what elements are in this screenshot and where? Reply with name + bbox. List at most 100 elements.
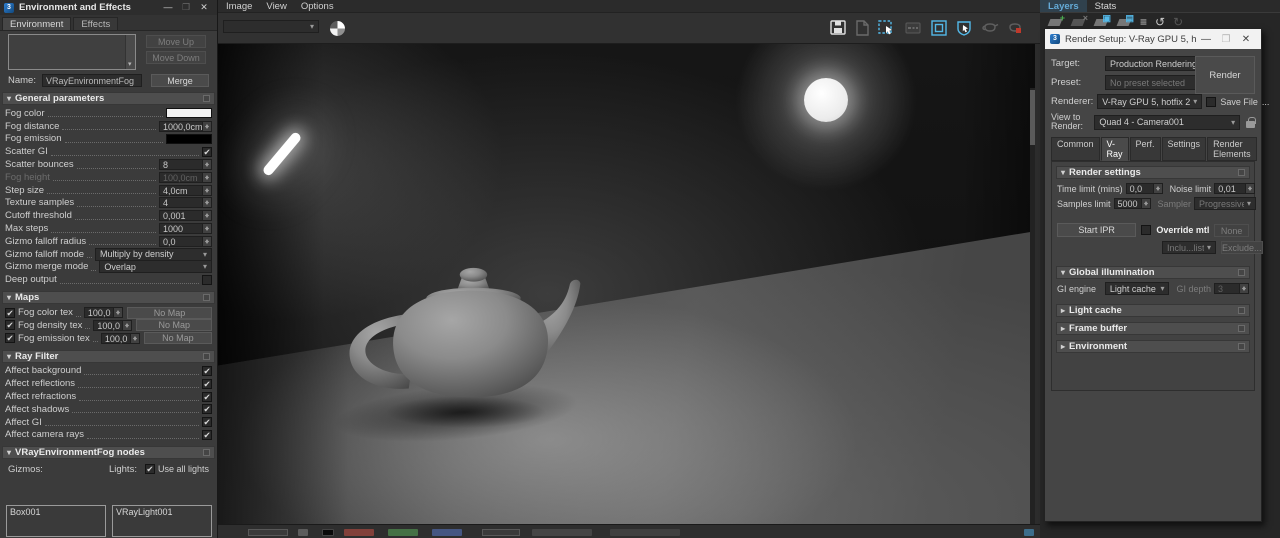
noise-limit-spinner[interactable]: 0,01 (1214, 183, 1256, 194)
spinner-buttons[interactable] (130, 332, 140, 344)
spinner-value[interactable]: 1000,0cm (159, 120, 203, 132)
fog-color-tex-checkbox[interactable] (5, 307, 15, 318)
listbox-scrollbar[interactable]: ▾ (125, 35, 135, 69)
spinner-value[interactable]: 4,0cm (159, 184, 203, 196)
spinner-value[interactable]: 100,0 (93, 319, 124, 331)
affect-reflections-checkbox[interactable] (202, 378, 212, 389)
rollout-pin-icon[interactable] (1238, 325, 1245, 332)
spinner-buttons[interactable] (203, 120, 212, 132)
channel-dropdown[interactable]: ▾ (223, 20, 319, 33)
load-layers-icon[interactable]: ▤ (1116, 13, 1134, 28)
gizmo-falloff-mode-dropdown[interactable]: Multiply by density ▾ (95, 247, 212, 261)
gizmo-merge-mode-dropdown[interactable]: Overlap ▾ (99, 260, 212, 274)
close-icon[interactable]: ✕ (195, 0, 213, 15)
merge-button[interactable]: Merge (151, 73, 209, 87)
spinner-buttons[interactable] (203, 210, 212, 222)
spinner-value[interactable]: 0,001 (159, 210, 203, 222)
render-setup-titlebar[interactable]: 3 Render Setup: V-Ray GPU 5, ho... — ❐ ✕ (1045, 29, 1261, 49)
canvas-scrollbar[interactable] (1030, 88, 1035, 524)
spinner-buttons[interactable] (203, 197, 212, 209)
spinner-buttons[interactable] (123, 319, 133, 331)
rgb-channel-icon[interactable] (330, 21, 345, 36)
fog-emission-tex-spinner[interactable]: 100,0 (100, 332, 140, 344)
fog-emission-tex-checkbox[interactable] (5, 333, 15, 344)
list-item[interactable]: VRayLight001 (116, 507, 173, 517)
texture-samples-spinner[interactable]: 4 (159, 197, 212, 209)
render-last-icon[interactable] (981, 19, 999, 37)
spinner-buttons[interactable] (203, 223, 212, 235)
use-all-lights-checkbox[interactable] (144, 464, 155, 475)
status-button[interactable] (482, 529, 520, 536)
region-render-icon[interactable] (930, 19, 948, 37)
redo-icon[interactable]: ↻ (1173, 15, 1183, 29)
delete-layer-icon[interactable]: × (1070, 13, 1088, 28)
tab-render-elements[interactable]: Render Elements (1207, 137, 1257, 161)
save-layers-icon[interactable]: ▣ (1093, 13, 1111, 28)
save-icon[interactable] (829, 19, 847, 37)
name-input[interactable]: VRayEnvironmentFog (42, 73, 142, 87)
save-file-checkbox[interactable] (1206, 96, 1217, 107)
tab-environment[interactable]: Environment (2, 17, 72, 30)
move-up-button[interactable]: Move Up (146, 35, 206, 48)
fog-distance-spinner[interactable]: 1000,0cm (159, 120, 212, 132)
fog-color-tex-spinner[interactable]: 100,0 (83, 307, 123, 319)
rollout-pin-icon[interactable] (203, 294, 210, 302)
spinner-buttons[interactable] (203, 235, 212, 247)
override-mtl-checkbox[interactable] (1141, 225, 1152, 235)
start-ipr-button[interactable]: Start IPR (1057, 223, 1137, 237)
deep-output-checkbox[interactable] (202, 274, 212, 285)
menu-view[interactable]: View (266, 1, 286, 12)
menu-image[interactable]: Image (226, 1, 252, 12)
affect-shadows-checkbox[interactable] (202, 404, 212, 415)
lights-listbox[interactable]: VRayLight001 (112, 505, 212, 537)
spinner-value[interactable]: 1000 (159, 223, 203, 235)
rollout-pin-icon[interactable] (1238, 307, 1245, 314)
create-layer-icon[interactable]: + (1047, 13, 1065, 28)
spinner-buttons[interactable] (1153, 183, 1163, 194)
region-pick-icon[interactable] (877, 19, 895, 37)
export-icon[interactable] (853, 19, 871, 37)
render-abort-icon[interactable] (1006, 19, 1024, 37)
spinner-value[interactable]: 8 (159, 159, 203, 171)
gi-engine-dropdown[interactable]: Light cache ▾ (1104, 282, 1170, 295)
scatter-bounces-spinner[interactable]: 8 (159, 159, 212, 171)
rollout-render-settings[interactable]: ▾ Render settings (1056, 166, 1250, 179)
move-down-button[interactable]: Move Down (146, 51, 206, 64)
time-limit-spinner[interactable]: 0,0 (1125, 183, 1163, 194)
close-icon[interactable]: ✕ (1236, 34, 1256, 45)
spinner-buttons[interactable] (203, 184, 212, 196)
spinner-buttons[interactable] (113, 307, 123, 319)
fog-emission-tex-map-button[interactable]: No Map (143, 332, 212, 345)
scatter-gi-checkbox[interactable] (202, 146, 212, 157)
maximize-icon[interactable]: ❐ (1216, 34, 1236, 45)
tab-common[interactable]: Common (1051, 137, 1100, 161)
affect-refractions-checkbox[interactable] (202, 391, 212, 402)
spinner-buttons[interactable] (1141, 198, 1151, 209)
render-button[interactable]: Render (1195, 56, 1255, 94)
fog-color-swatch[interactable] (166, 108, 212, 119)
rollout-pin-icon[interactable] (1238, 343, 1245, 350)
rollout-fog-nodes[interactable]: ▾ VRayEnvironmentFog nodes (2, 446, 215, 460)
spinner-value[interactable]: 100,0 (100, 332, 131, 344)
menu-options[interactable]: Options (301, 1, 334, 12)
tab-settings[interactable]: Settings (1161, 137, 1207, 161)
affect-background-checkbox[interactable] (202, 365, 212, 376)
rollout-frame-buffer[interactable]: ▸ Frame buffer (1056, 322, 1250, 335)
step-size-spinner[interactable]: 4,0cm (159, 184, 212, 196)
layer-list-icon[interactable]: ≡ (1140, 15, 1147, 29)
spinner-buttons[interactable] (1246, 183, 1256, 194)
spinner-buttons[interactable] (203, 159, 212, 171)
view-to-render-dropdown[interactable]: Quad 4 - Camera001 ▾ (1094, 114, 1241, 130)
rollout-pin-icon[interactable] (203, 449, 210, 457)
max-steps-spinner[interactable]: 1000 (159, 223, 212, 235)
browse-button[interactable]: ... (1262, 97, 1270, 107)
effects-listbox[interactable]: ▾ (8, 34, 136, 70)
rollout-ray-filter[interactable]: ▾ Ray Filter (2, 349, 215, 363)
tab-vray[interactable]: V-Ray (1100, 137, 1129, 161)
undo-icon[interactable]: ↺ (1155, 15, 1165, 29)
dialog-titlebar[interactable]: 3 Environment and Effects — ❐ ✕ (0, 0, 217, 15)
cutoff-threshold-spinner[interactable]: 0,001 (159, 210, 212, 222)
rollout-maps[interactable]: ▾ Maps (2, 291, 215, 305)
minimize-icon[interactable]: — (159, 0, 177, 15)
rollout-general-parameters[interactable]: ▾ General parameters (2, 92, 215, 105)
